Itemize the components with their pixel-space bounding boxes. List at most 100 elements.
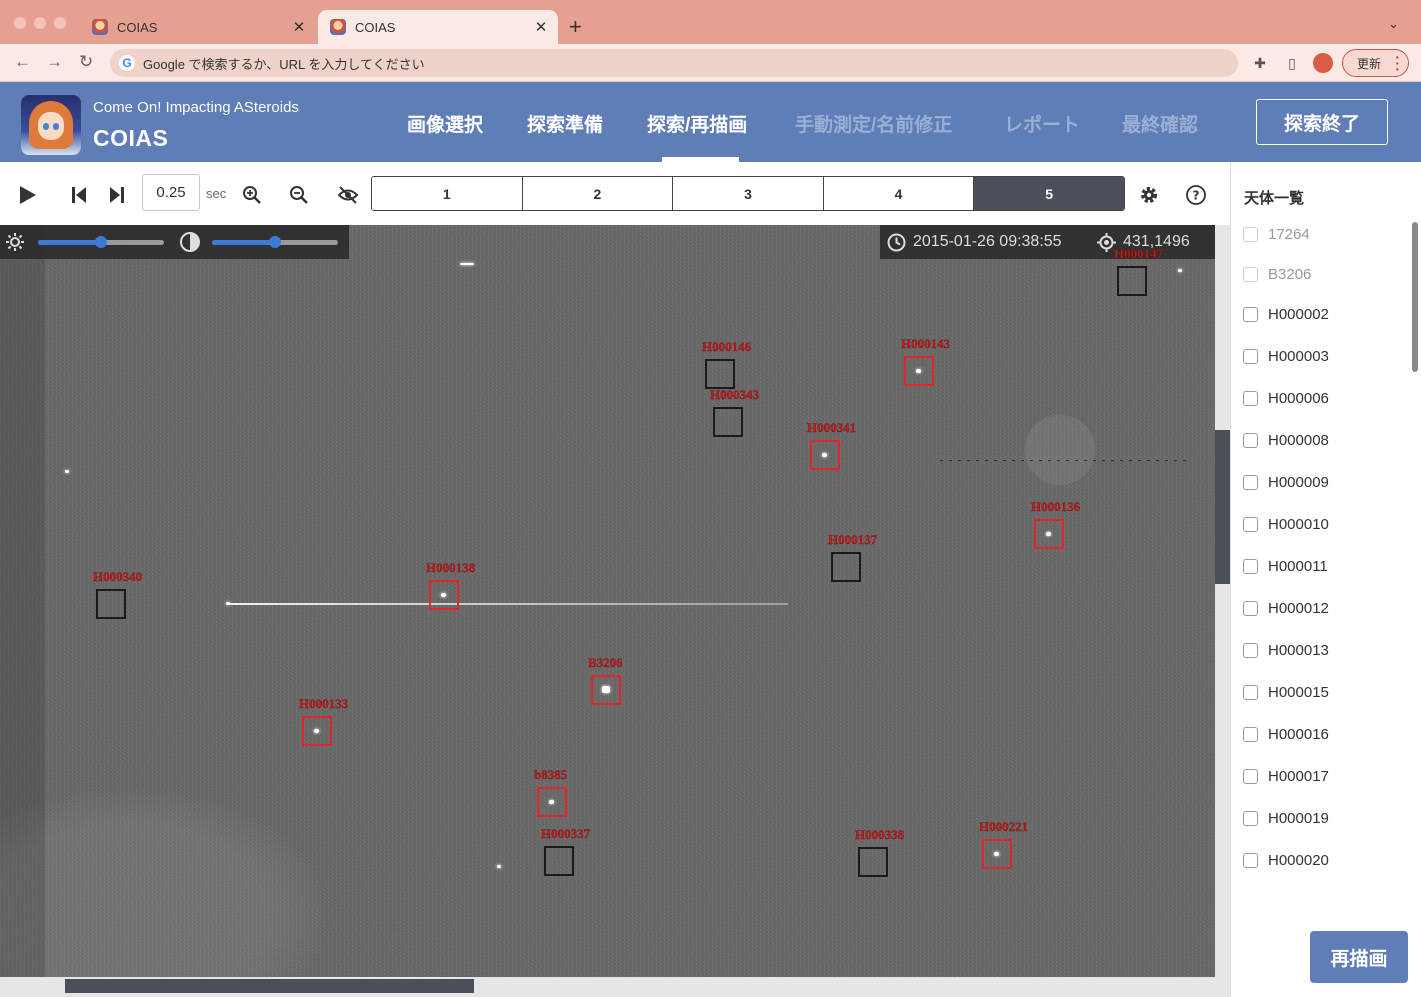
object-name: H000013 <box>1268 641 1329 659</box>
frame-button-4[interactable]: 4 <box>823 177 975 210</box>
address-bar[interactable]: G Google で検索するか、URL を入力してください <box>110 49 1238 77</box>
object-list-item[interactable]: H000009 <box>1243 472 1329 492</box>
play-icon[interactable] <box>15 183 39 207</box>
object-list-item[interactable]: H000003 <box>1243 346 1329 366</box>
zoom-out-icon[interactable] <box>287 183 311 207</box>
object-checkbox[interactable] <box>1243 516 1258 532</box>
tab-search-chevron-icon[interactable]: ⌄ <box>1388 16 1399 32</box>
object-list-scrollbar[interactable] <box>1412 222 1418 372</box>
object-name: H000016 <box>1268 725 1329 743</box>
tab-title: COIAS <box>117 19 158 35</box>
frame-button-5[interactable]: 5 <box>974 177 1124 210</box>
reload-icon[interactable]: ↻ <box>79 52 93 72</box>
side-panel-icon[interactable]: ▯ <box>1284 55 1300 71</box>
redraw-button[interactable]: 再描画 <box>1310 931 1408 983</box>
frame-button-3[interactable]: 3 <box>673 177 824 210</box>
close-tab-icon[interactable]: ✕ <box>288 18 310 36</box>
image-horizontal-scroll-thumb[interactable] <box>65 979 474 993</box>
object-list-item[interactable]: H000019 <box>1243 808 1329 828</box>
zoom-in-icon[interactable] <box>240 183 264 207</box>
update-button[interactable]: 更新 · · · <box>1342 49 1409 77</box>
coias-favicon-icon <box>92 19 108 35</box>
back-arrow-icon[interactable]: ← <box>14 52 31 72</box>
object-checkbox[interactable] <box>1243 432 1258 448</box>
marker-label: B3206 <box>588 655 623 670</box>
window-close-dot[interactable] <box>14 17 26 29</box>
object-list-item[interactable]: H000012 <box>1243 598 1329 618</box>
close-tab-icon[interactable]: ✕ <box>530 18 552 36</box>
extensions-puzzle-icon[interactable]: ✚ <box>1252 55 1268 71</box>
brightness-slider[interactable] <box>38 236 164 248</box>
object-list-item[interactable]: H000013 <box>1243 640 1329 660</box>
contrast-slider-knob[interactable] <box>269 236 281 248</box>
object-list-item[interactable]: H000015 <box>1243 682 1329 702</box>
object-list-item[interactable]: H000016 <box>1243 724 1329 744</box>
help-icon[interactable]: ? <box>1184 183 1208 207</box>
marker-box[interactable] <box>96 589 126 619</box>
image-adjust-toolbar <box>0 225 349 259</box>
object-checkbox[interactable] <box>1243 726 1258 742</box>
object-checkbox[interactable] <box>1243 474 1258 490</box>
object-list-item[interactable]: H000011 <box>1243 556 1328 576</box>
object-checkbox[interactable] <box>1243 684 1258 700</box>
marker-label: H000146 <box>702 339 752 354</box>
contrast-slider[interactable] <box>212 236 338 248</box>
forward-arrow-icon[interactable]: → <box>46 52 63 72</box>
menu-final-check[interactable]: 最終確認 <box>1122 110 1198 137</box>
object-list-item: B3206 <box>1243 264 1311 284</box>
next-frame-icon[interactable] <box>105 183 129 207</box>
new-tab-icon[interactable]: + <box>569 14 582 40</box>
object-list-item[interactable]: H000010 <box>1243 514 1329 534</box>
object-checkbox[interactable] <box>1243 390 1258 406</box>
marker-box[interactable] <box>858 847 888 877</box>
marker-box[interactable] <box>831 552 861 582</box>
menu-search-redraw[interactable]: 探索/再描画 <box>647 110 747 137</box>
object-checkbox[interactable] <box>1243 600 1258 616</box>
image-info-bar: 2015-01-26 09:38:55 431,1496 <box>880 225 1215 259</box>
image-vertical-scroll-thumb[interactable] <box>1215 430 1230 584</box>
marker-label: H000337 <box>541 826 591 841</box>
hide-markers-eye-icon[interactable] <box>336 183 360 207</box>
object-list-item[interactable]: H000020 <box>1243 850 1329 870</box>
end-search-button[interactable]: 探索終了 <box>1256 99 1388 145</box>
brightness-slider-knob[interactable] <box>95 236 107 248</box>
menu-image-select[interactable]: 画像選択 <box>407 110 483 137</box>
frame-button-1[interactable]: 1 <box>372 177 523 210</box>
object-checkbox[interactable] <box>1243 768 1258 784</box>
interval-input[interactable]: 0.25 <box>142 174 200 211</box>
object-name: H000002 <box>1268 305 1329 323</box>
object-name: H000003 <box>1268 347 1329 365</box>
object-checkbox[interactable] <box>1243 852 1258 868</box>
frame-button-2[interactable]: 2 <box>522 177 674 210</box>
playback-controls: 0.25 sec 1 2 3 4 5 ? <box>0 162 1230 225</box>
marker-box[interactable] <box>705 359 735 389</box>
object-name: H000015 <box>1268 683 1329 701</box>
image-vertical-scrollbar[interactable] <box>1215 225 1230 977</box>
object-checkbox[interactable] <box>1243 348 1258 364</box>
object-list-item[interactable]: H000006 <box>1243 388 1329 408</box>
browser-tab-2[interactable]: COIAS ✕ <box>318 10 558 44</box>
window-zoom-dot[interactable] <box>54 17 66 29</box>
browser-tab-1[interactable]: COIAS ✕ <box>80 10 316 44</box>
object-list-item[interactable]: H000008 <box>1243 430 1329 450</box>
marker-box[interactable] <box>544 846 574 876</box>
object-checkbox[interactable] <box>1243 810 1258 826</box>
menu-report[interactable]: レポート <box>1004 110 1080 137</box>
object-list-item[interactable]: H000017 <box>1243 766 1329 786</box>
menu-search-prep[interactable]: 探索準備 <box>527 110 603 137</box>
object-checkbox[interactable] <box>1243 306 1258 322</box>
object-checkbox[interactable] <box>1243 558 1258 574</box>
object-checkbox[interactable] <box>1243 642 1258 658</box>
marker-box[interactable] <box>713 407 743 437</box>
astronomy-image-canvas[interactable]: 2015-01-26 09:38:55 431,1496 H000147 H00… <box>0 225 1215 977</box>
object-list-title: 天体一覧 <box>1244 190 1305 207</box>
app-tagline: Come On! Impacting ASteroids <box>93 99 299 116</box>
object-list-panel: 天体一覧 17264 B3206 H000002 H000003 H000006 H000… <box>1230 162 1421 997</box>
object-list-item[interactable]: H000002 <box>1243 304 1329 324</box>
profile-avatar[interactable] <box>1313 53 1333 73</box>
marker-box[interactable] <box>1117 266 1147 296</box>
previous-frame-icon[interactable] <box>67 183 91 207</box>
window-minimize-dot[interactable] <box>34 17 46 29</box>
settings-gear-icon[interactable] <box>1137 183 1161 207</box>
menu-manual-measure[interactable]: 手動測定/名前修正 <box>795 110 952 137</box>
